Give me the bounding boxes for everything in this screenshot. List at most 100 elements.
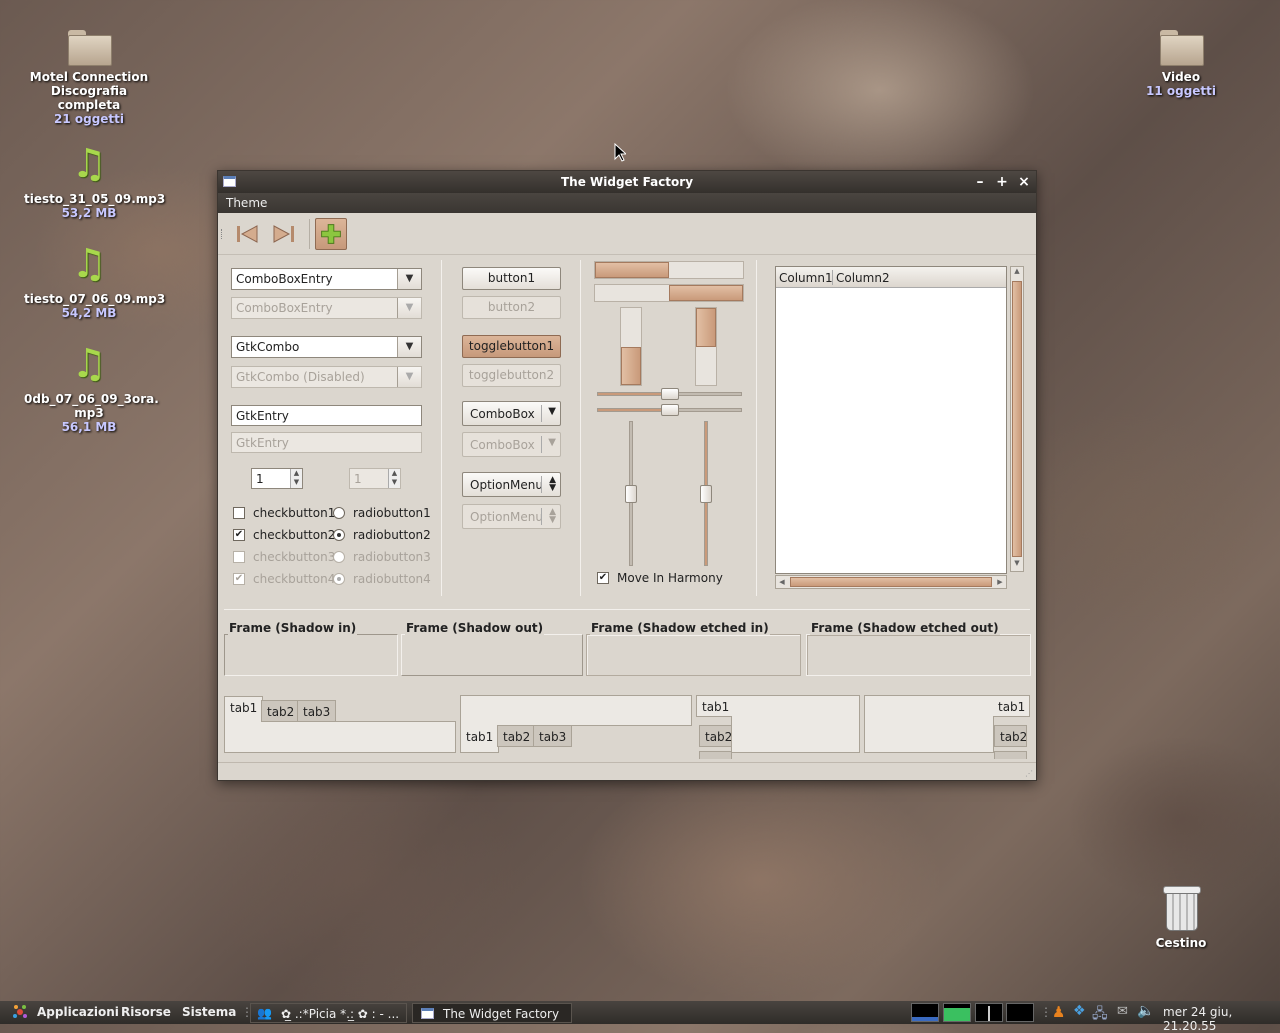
notebook3-tab3-partial[interactable] [699, 751, 732, 759]
network-monitor[interactable] [975, 1003, 1003, 1022]
move-in-harmony-label: Move In Harmony [617, 571, 723, 585]
togglebutton1[interactable]: togglebutton1 [462, 335, 561, 358]
toolbar-grip[interactable] [221, 229, 224, 239]
go-last-icon[interactable] [268, 218, 300, 250]
hscale-2-thumb[interactable] [660, 404, 679, 416]
load-monitor[interactable] [1006, 1003, 1034, 1022]
desktop-file-0db[interactable]: ♫ 0db_07_06_09_3ora. mp3 56,1 MB [24, 342, 159, 434]
menu-applications[interactable]: Applicazioni [37, 1005, 119, 1019]
togglebutton2: togglebutton2 [462, 364, 561, 387]
menu-places[interactable]: Risorse [121, 1005, 171, 1019]
notebook1-tab1[interactable]: tab1 [224, 696, 264, 722]
spin-arrows-icon[interactable]: ▲ ▼ [290, 469, 302, 488]
maximize-icon[interactable]: + [993, 173, 1011, 191]
desktop-file-tiesto-07[interactable]: ♫ tiesto_07_06_09.mp3 54,2 MB [24, 242, 165, 320]
icon-label: Cestino [1155, 936, 1207, 950]
titlebar[interactable]: The Widget Factory – + × [218, 171, 1036, 193]
notebook4-page [864, 695, 994, 753]
notebook1-tab3[interactable]: tab3 [297, 700, 337, 722]
vscroll-thumb[interactable] [1012, 281, 1022, 557]
column2-header[interactable]: Column2 [836, 271, 890, 285]
close-icon[interactable]: × [1015, 173, 1033, 191]
cpu-monitor[interactable] [911, 1003, 939, 1022]
horizontal-scrollbar[interactable]: ◀ ▶ [775, 575, 1007, 589]
frame-box [586, 634, 801, 676]
go-first-icon[interactable] [231, 218, 263, 250]
scroll-up-icon[interactable]: ▲ [1011, 267, 1023, 279]
hscale-1-thumb[interactable] [660, 388, 679, 400]
notebook4-tab1[interactable]: tab1 [993, 695, 1030, 717]
gtkcombo[interactable]: GtkCombo ▼ [231, 336, 422, 358]
optionmenu[interactable]: OptionMenu ▲ ▼ [462, 472, 561, 497]
notebook3-tab2[interactable]: tab2 [699, 725, 732, 747]
checkbutton1[interactable]: checkbutton1 [233, 505, 335, 521]
frame-box [401, 634, 583, 676]
notebook2-tab1[interactable]: tab1 [460, 725, 500, 753]
panel-handle[interactable]: ⋮ [1040, 1005, 1052, 1019]
memory-monitor[interactable] [943, 1003, 971, 1022]
frame-shadow-in: Frame (Shadow in) [224, 621, 398, 676]
notebook2-tab3[interactable]: tab3 [533, 725, 573, 747]
gtkentry[interactable]: GtkEntry [231, 405, 422, 426]
scroll-right-icon[interactable]: ▶ [994, 576, 1006, 588]
optionmenu-divider [541, 476, 542, 493]
icon-sublabel: 56,1 MB [61, 420, 117, 434]
move-in-harmony-check[interactable]: ✔ Move In Harmony [597, 570, 723, 586]
vscale-2[interactable] [700, 421, 712, 566]
notebook4-tab3-partial[interactable] [994, 751, 1027, 759]
trash-icon [1163, 886, 1201, 931]
button1[interactable]: button1 [462, 267, 561, 290]
desktop-file-tiesto-31[interactable]: ♫ tiesto_31_05_09.mp3 53,2 MB [24, 142, 165, 220]
volume-icon[interactable]: 🔈 [1137, 1003, 1154, 1019]
network-icon[interactable]: 🖧 [1092, 1003, 1108, 1027]
clock[interactable]: mer 24 giu, 21.20.55 [1163, 1005, 1280, 1033]
minimize-icon[interactable]: – [971, 173, 989, 191]
notebook4-tab2[interactable]: tab2 [994, 725, 1027, 747]
resize-grip-icon[interactable]: ⋰ [1025, 769, 1033, 778]
combobox-disabled-value: ComboBox [470, 438, 535, 452]
vertical-scrollbar[interactable]: ▲ ▼ [1010, 266, 1024, 572]
notebook2-tab2[interactable]: tab2 [497, 725, 537, 747]
vscale-2-thumb[interactable] [700, 484, 712, 503]
vscale-1-thumb[interactable] [625, 484, 637, 503]
spinbutton[interactable]: 1 ▲ ▼ [251, 468, 303, 489]
radiobutton1[interactable]: radiobutton1 [333, 505, 431, 521]
add-icon[interactable] [315, 218, 347, 250]
combobox[interactable]: ComboBox ▼ [462, 401, 561, 426]
hscale-2[interactable] [597, 404, 742, 416]
column1-header[interactable]: Column1 [779, 271, 833, 285]
optionmenu-disabled: OptionMenu ▲ ▼ [462, 504, 561, 529]
checkbutton2[interactable]: ✔ checkbutton2 [233, 527, 335, 543]
radiobutton2[interactable]: radiobutton2 [333, 527, 431, 543]
dropbox-icon[interactable]: ❖ [1073, 1003, 1086, 1019]
hscale-1[interactable] [597, 388, 742, 400]
chevron-down-icon[interactable]: ▼ [397, 269, 421, 289]
treeview-header: Column1 Column2 [776, 267, 1006, 288]
vscale-1[interactable] [625, 421, 637, 566]
window-icon [421, 1008, 434, 1019]
scroll-down-icon[interactable]: ▼ [1011, 559, 1023, 571]
taskbar-item-widget-factory[interactable]: The Widget Factory [412, 1003, 572, 1023]
notebook3-tab1[interactable]: tab1 [696, 695, 732, 717]
notebook1-tab2[interactable]: tab2 [261, 700, 301, 722]
horizontal-separator [224, 609, 1030, 610]
mail-icon[interactable]: ✉ [1117, 1004, 1128, 1019]
menu-system[interactable]: Sistema [182, 1005, 236, 1019]
hscroll-thumb[interactable] [790, 577, 992, 587]
header-divider [832, 270, 833, 285]
frame-shadow-etched-out: Frame (Shadow etched out) [806, 621, 1031, 676]
menu-theme[interactable]: Theme [226, 196, 267, 210]
gnome-foot-icon[interactable] [12, 1004, 28, 1020]
taskbar-item-picia[interactable]: 👥 ✿̲ .:*Picia *.:̲ ✿ : - ... [250, 1003, 407, 1023]
gtkcombo-value: GtkCombo [236, 340, 300, 354]
scroll-left-icon[interactable]: ◀ [776, 576, 788, 588]
column-separator [756, 260, 757, 596]
desktop-folder-video[interactable]: Video 11 oggetti [1116, 30, 1246, 98]
radio-circle [333, 551, 345, 563]
update-notifier-icon[interactable]: ♟ [1052, 1003, 1065, 1021]
treeview[interactable]: Column1 Column2 [775, 266, 1007, 574]
comboboxentry[interactable]: ComboBoxEntry ▼ [231, 268, 422, 290]
desktop-trash[interactable]: Cestino [1116, 886, 1246, 950]
chevron-down-icon[interactable]: ▼ [397, 337, 421, 357]
desktop-folder-motel-connection[interactable]: Motel Connection Discografia completa 21… [24, 30, 154, 126]
